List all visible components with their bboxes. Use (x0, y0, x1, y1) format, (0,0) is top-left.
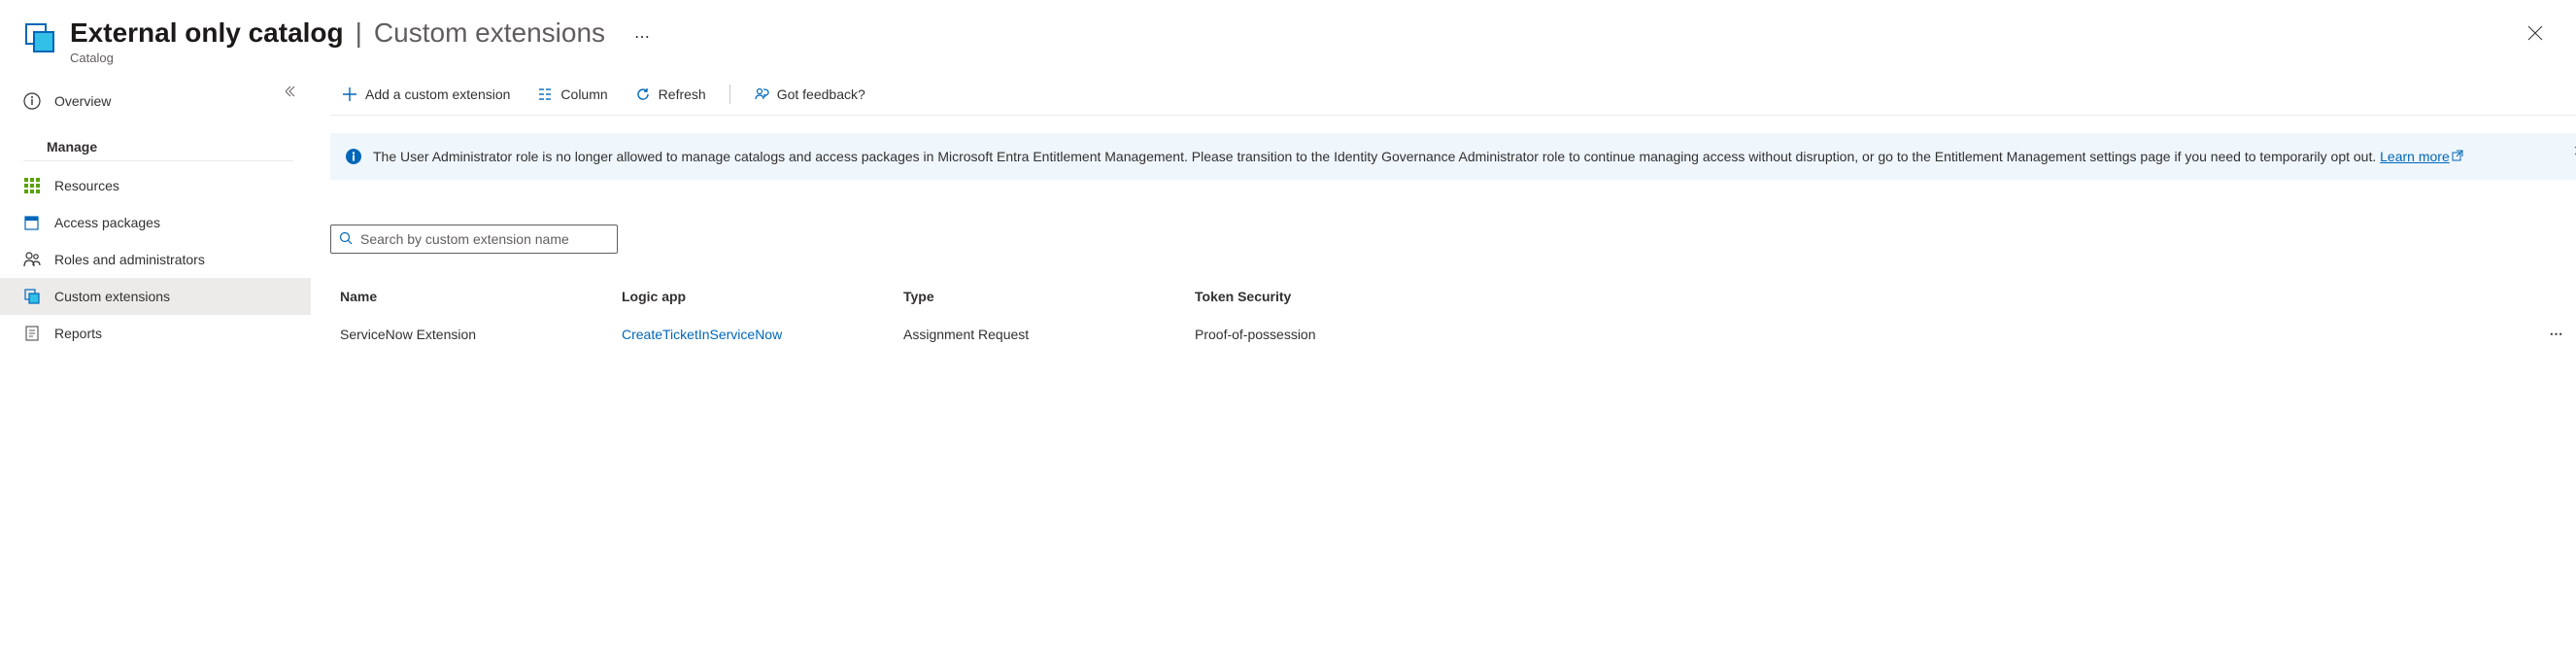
search-input[interactable] (360, 231, 609, 247)
search-icon (339, 231, 360, 248)
page-subtitle: Catalog (70, 51, 2522, 65)
column-header-logic-app[interactable]: Logic app (622, 289, 903, 304)
info-banner: The User Administrator role is no longer… (330, 133, 2576, 180)
search-box[interactable] (330, 225, 618, 254)
external-link-icon (2452, 147, 2463, 166)
sidebar-item-resources[interactable]: Resources (0, 167, 311, 204)
column-header-name[interactable]: Name (330, 289, 622, 304)
extension-icon (23, 288, 41, 305)
close-button[interactable] (2522, 19, 2549, 52)
extensions-table: Name Logic app Type Token Security Servi… (330, 279, 2576, 354)
catalog-page-icon (23, 21, 56, 54)
people-icon (23, 251, 41, 268)
sidebar-collapse-button[interactable] (286, 85, 299, 101)
sidebar-item-label: Overview (54, 93, 111, 109)
table-header-row: Name Logic app Type Token Security (330, 279, 2576, 314)
sidebar-item-label: Resources (54, 178, 119, 193)
row-more-button[interactable]: ⋯ (2537, 326, 2576, 342)
toolbar-label: Got feedback? (777, 86, 865, 102)
info-icon (346, 149, 361, 164)
toolbar-label: Add a custom extension (365, 86, 510, 102)
page-title-sub: Custom extensions (374, 17, 605, 49)
refresh-button[interactable]: Refresh (624, 81, 718, 108)
table-row[interactable]: ServiceNow Extension CreateTicketInServi… (330, 314, 2576, 354)
grid-icon (23, 177, 41, 194)
add-custom-extension-button[interactable]: Add a custom extension (330, 81, 522, 108)
sidebar-item-label: Custom extensions (54, 289, 170, 304)
header-more-button[interactable]: ⋯ (613, 27, 672, 47)
page-title-main: External only catalog (70, 17, 344, 49)
sidebar-item-roles[interactable]: Roles and administrators (0, 241, 311, 278)
sidebar-item-custom-extensions[interactable]: Custom extensions (0, 278, 311, 315)
columns-icon (537, 86, 553, 102)
info-icon (23, 92, 41, 110)
column-button[interactable]: Column (525, 81, 619, 108)
toolbar-label: Refresh (659, 86, 706, 102)
sidebar-item-reports[interactable]: Reports (0, 315, 311, 352)
package-icon (23, 214, 41, 231)
sidebar-item-label: Reports (54, 326, 102, 341)
reports-icon (23, 325, 41, 342)
column-header-type[interactable]: Type (903, 289, 1195, 304)
info-banner-text: The User Administrator role is no longer… (373, 149, 2380, 164)
sidebar-item-access-packages[interactable]: Access packages (0, 204, 311, 241)
sidebar-item-label: Roles and administrators (54, 252, 205, 267)
cell-name: ServiceNow Extension (330, 327, 622, 342)
toolbar-separator (729, 85, 730, 104)
learn-more-link[interactable]: Learn more (2380, 149, 2463, 164)
refresh-icon (635, 86, 651, 102)
sidebar: Overview Manage Resources Access package… (0, 73, 311, 362)
page-title-separator: | (352, 17, 366, 49)
sidebar-section-manage: Manage (23, 127, 293, 161)
feedback-button[interactable]: Got feedback? (742, 81, 877, 108)
plus-icon (342, 86, 357, 102)
sidebar-item-overview[interactable]: Overview (0, 83, 311, 120)
cell-token-security: Proof-of-possession (1195, 327, 2537, 342)
toolbar-label: Column (560, 86, 607, 102)
toolbar: Add a custom extension Column Refresh (330, 73, 2576, 116)
column-header-token-security[interactable]: Token Security (1195, 289, 2537, 304)
feedback-icon (754, 86, 769, 102)
logic-app-link[interactable]: CreateTicketInServiceNow (622, 327, 782, 342)
sidebar-item-label: Access packages (54, 215, 160, 230)
cell-type: Assignment Request (903, 327, 1195, 342)
